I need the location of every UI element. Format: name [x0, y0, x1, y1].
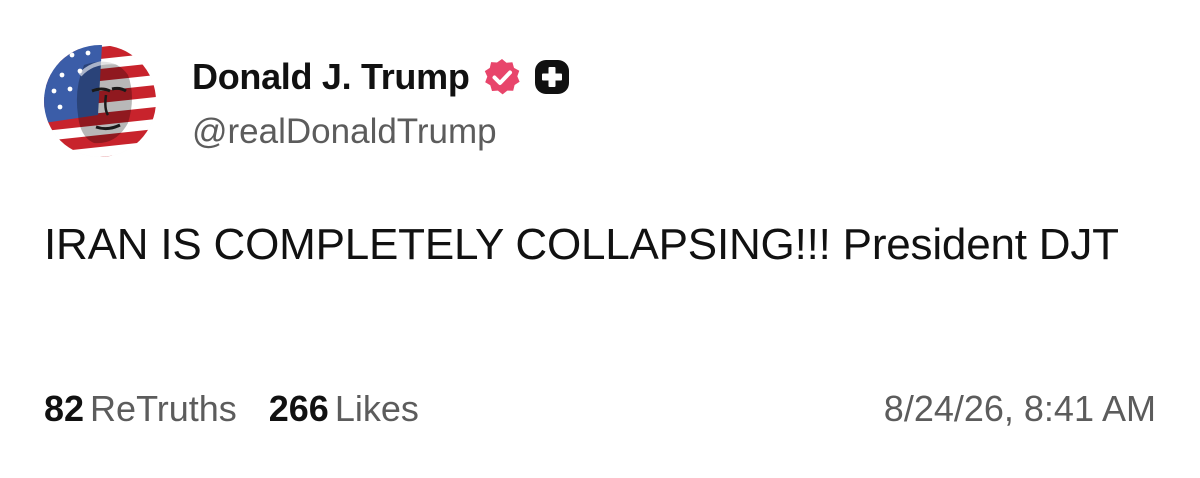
author-row: Donald J. Trump: [192, 53, 570, 101]
likes-count: 266: [268, 388, 329, 429]
author-handle[interactable]: @realDonaldTrump: [192, 112, 497, 152]
post-card: Donald J. Trump @realDonaldTrump IRAN IS…: [0, 0, 1200, 478]
retruths-stat[interactable]: 82 ReTruths: [44, 388, 237, 430]
author-display-name[interactable]: Donald J. Trump: [192, 56, 470, 98]
post-stats: 82 ReTruths 266 Likes: [44, 388, 419, 430]
plus-badge-icon: [534, 59, 570, 95]
likes-label: Likes: [334, 388, 419, 429]
avatar[interactable]: [44, 45, 156, 157]
likes-stat[interactable]: 266 Likes: [269, 388, 419, 430]
verified-badge-icon: [482, 57, 522, 97]
retruths-count: 82: [44, 388, 85, 429]
post-timestamp[interactable]: 8/24/26, 8:41 AM: [884, 388, 1156, 430]
post-text: IRAN IS COMPLETELY COLLAPSING!!! Preside…: [44, 220, 1119, 269]
retruths-label: ReTruths: [90, 388, 237, 429]
avatar-image: [44, 45, 156, 157]
